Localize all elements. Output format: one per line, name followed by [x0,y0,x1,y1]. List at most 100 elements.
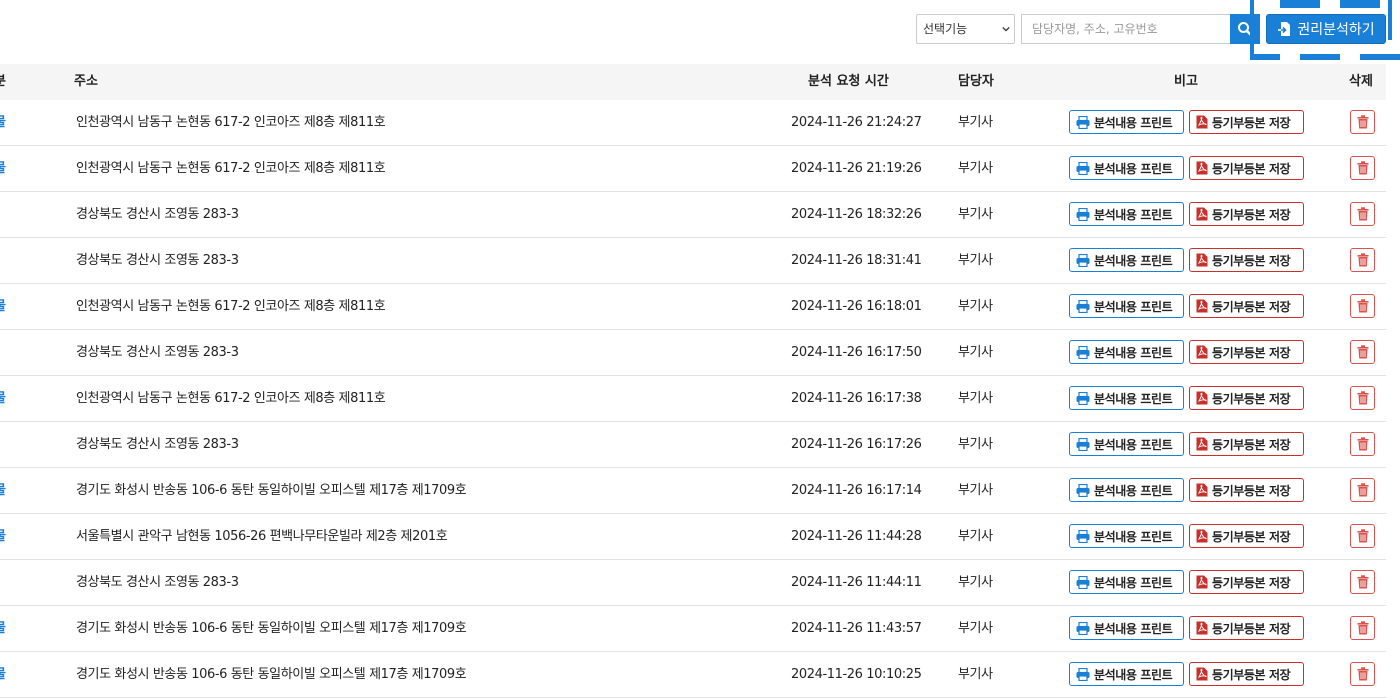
trash-icon [1357,161,1368,175]
print-analysis-button[interactable]: 분석내용 프린트 [1069,616,1184,640]
table-row: 경상북도 경산시 조영동 283-3 2024-11-26 16:17:26 부기사… [0,422,1386,468]
printer-icon [1076,161,1090,175]
pdf-file-icon [1196,253,1208,267]
pdf-file-icon [1196,437,1208,451]
delete-button[interactable] [1350,662,1375,686]
property-type: 물 [0,606,6,651]
print-analysis-button[interactable]: 분석내용 프린트 [1069,662,1184,686]
table-row: 물 인천광역시 남동구 논현동 617-2 인코아즈 제8층 제811호 2024-… [0,376,1386,422]
print-analysis-button[interactable]: 분석내용 프린트 [1069,202,1184,226]
print-analysis-button[interactable]: 분석내용 프린트 [1069,294,1184,318]
save-registry-label: 등기부등본 저장 [1212,115,1291,130]
print-analysis-button[interactable]: 분석내용 프린트 [1069,248,1184,272]
save-registry-button[interactable]: 등기부등본 저장 [1189,662,1304,686]
address-cell: 경상북도 경산시 조영동 283-3 [76,575,239,590]
print-analysis-label: 분석내용 프린트 [1094,621,1173,636]
document-import-icon [1278,22,1291,36]
search-input[interactable] [1021,14,1230,44]
delete-button[interactable] [1350,478,1375,502]
header-delete: 삭제 [1349,74,1373,89]
save-registry-button[interactable]: 등기부등본 저장 [1189,616,1304,640]
highlight-dash [1250,54,1280,60]
delete-button[interactable] [1350,110,1375,134]
print-analysis-label: 분석내용 프린트 [1094,575,1173,590]
print-analysis-button[interactable]: 분석내용 프린트 [1069,524,1184,548]
save-registry-button[interactable]: 등기부등본 저장 [1189,340,1304,364]
save-registry-label: 등기부등본 저장 [1212,621,1291,636]
print-analysis-button[interactable]: 분석내용 프린트 [1069,432,1184,456]
print-analysis-button[interactable]: 분석내용 프린트 [1069,570,1184,594]
request-time-cell: 2024-11-26 18:31:41 [791,253,922,268]
address-cell: 인천광역시 남동구 논현동 617-2 인코아즈 제8층 제811호 [76,161,386,176]
delete-button[interactable] [1350,524,1375,548]
save-registry-label: 등기부등본 저장 [1212,299,1291,314]
address-cell: 서울특별시 관악구 남현동 1056-26 편백나무타운빌라 제2층 제201호 [76,529,448,544]
manager-cell: 부기사 [958,529,993,544]
analyze-button[interactable]: 권리분석하기 [1266,14,1386,44]
request-time-cell: 2024-11-26 21:24:27 [791,115,922,130]
pdf-file-icon [1196,391,1208,405]
print-analysis-button[interactable]: 분석내용 프린트 [1069,386,1184,410]
table-row: 물 경기도 화성시 반송동 106-6 동탄 동일하이빌 오피스텔 제17층 제1… [0,468,1386,514]
delete-button[interactable] [1350,248,1375,272]
save-registry-label: 등기부등본 저장 [1212,575,1291,590]
trash-icon [1357,253,1368,267]
table-row: 경상북도 경산시 조영동 283-3 2024-11-26 11:44:11 부기사… [0,560,1386,606]
address-cell: 인천광역시 남동구 논현동 617-2 인코아즈 제8층 제811호 [76,299,386,314]
delete-button[interactable] [1350,202,1375,226]
save-registry-label: 등기부등본 저장 [1212,391,1291,406]
print-analysis-button[interactable]: 분석내용 프린트 [1069,340,1184,364]
header-time: 분석 요청 시간 [808,74,889,89]
highlight-dash [1280,0,1320,8]
print-analysis-label: 분석내용 프린트 [1094,345,1173,360]
printer-icon [1076,345,1090,359]
save-registry-button[interactable]: 등기부등본 저장 [1189,248,1304,272]
printer-icon [1076,575,1090,589]
function-select[interactable]: 선택기능 [916,14,1015,44]
request-time-cell: 2024-11-26 11:44:11 [791,575,922,590]
delete-button[interactable] [1350,432,1375,456]
print-analysis-button[interactable]: 분석내용 프린트 [1069,156,1184,180]
property-type: 물 [0,652,6,697]
trash-icon [1357,667,1368,681]
save-registry-label: 등기부등본 저장 [1212,529,1291,544]
manager-cell: 부기사 [958,483,993,498]
save-registry-label: 등기부등본 저장 [1212,483,1291,498]
delete-button[interactable] [1350,386,1375,410]
delete-button[interactable] [1350,156,1375,180]
delete-button[interactable] [1350,570,1375,594]
analyze-button-label: 권리분석하기 [1297,22,1375,38]
trash-icon [1357,115,1368,129]
property-type: 물 [0,468,6,513]
manager-cell: 부기사 [958,345,993,360]
save-registry-label: 등기부등본 저장 [1212,345,1291,360]
save-registry-label: 등기부등본 저장 [1212,253,1291,268]
print-analysis-label: 분석내용 프린트 [1094,529,1173,544]
save-registry-button[interactable]: 등기부등본 저장 [1189,386,1304,410]
table-row: 물 인천광역시 남동구 논현동 617-2 인코아즈 제8층 제811호 2024-… [0,284,1386,330]
delete-button[interactable] [1350,294,1375,318]
save-registry-button[interactable]: 등기부등본 저장 [1189,524,1304,548]
print-analysis-button[interactable]: 분석내용 프린트 [1069,110,1184,134]
table-row: 물 인천광역시 남동구 논현동 617-2 인코아즈 제8층 제811호 2024-… [0,146,1386,192]
save-registry-button[interactable]: 등기부등본 저장 [1189,570,1304,594]
pdf-file-icon [1196,483,1208,497]
printer-icon [1076,391,1090,405]
save-registry-button[interactable]: 등기부등본 저장 [1189,156,1304,180]
table-row: 경상북도 경산시 조영동 283-3 2024-11-26 16:17:50 부기사… [0,330,1386,376]
trash-icon [1357,437,1368,451]
manager-cell: 부기사 [958,621,993,636]
pdf-file-icon [1196,299,1208,313]
save-registry-button[interactable]: 등기부등본 저장 [1189,202,1304,226]
printer-icon [1076,483,1090,497]
print-analysis-label: 분석내용 프린트 [1094,391,1173,406]
save-registry-button[interactable]: 등기부등본 저장 [1189,478,1304,502]
delete-button[interactable] [1350,340,1375,364]
save-registry-button[interactable]: 등기부등본 저장 [1189,110,1304,134]
save-registry-button[interactable]: 등기부등본 저장 [1189,432,1304,456]
save-registry-button[interactable]: 등기부등본 저장 [1189,294,1304,318]
print-analysis-button[interactable]: 분석내용 프린트 [1069,478,1184,502]
request-time-cell: 2024-11-26 16:17:14 [791,483,922,498]
delete-button[interactable] [1350,616,1375,640]
search-button[interactable] [1230,14,1260,44]
